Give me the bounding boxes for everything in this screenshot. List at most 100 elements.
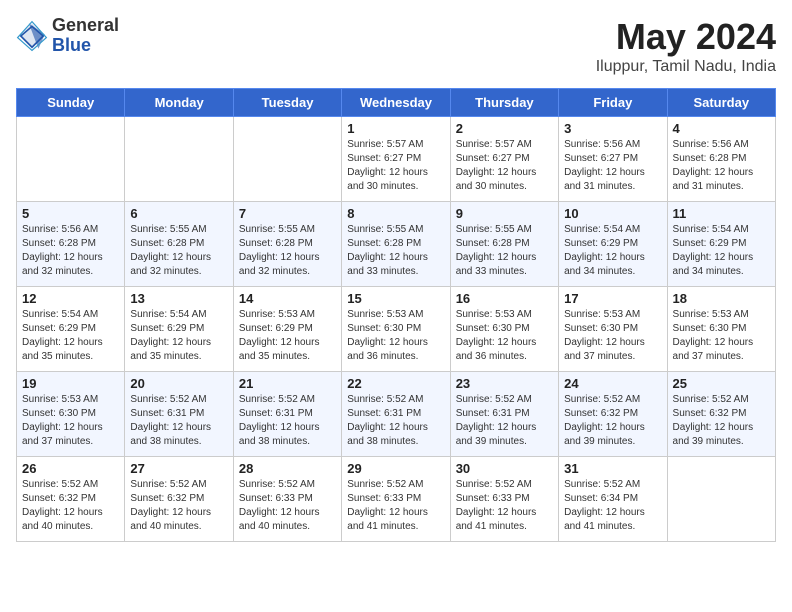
day-info: Sunrise: 5:52 AM Sunset: 6:31 PM Dayligh… bbox=[239, 393, 336, 449]
day-info: Sunrise: 5:52 AM Sunset: 6:33 PM Dayligh… bbox=[456, 478, 553, 534]
calendar-cell bbox=[125, 117, 233, 202]
logo-text: General Blue bbox=[52, 16, 119, 56]
calendar-cell bbox=[667, 457, 775, 542]
day-headers-row: SundayMondayTuesdayWednesdayThursdayFrid… bbox=[17, 89, 776, 117]
day-number: 13 bbox=[130, 291, 227, 306]
calendar-cell: 26 Sunrise: 5:52 AM Sunset: 6:32 PM Dayli… bbox=[17, 457, 125, 542]
day-info: Sunrise: 5:56 AM Sunset: 6:28 PM Dayligh… bbox=[673, 138, 770, 194]
day-info: Sunrise: 5:53 AM Sunset: 6:30 PM Dayligh… bbox=[347, 308, 444, 364]
calendar-cell: 22 Sunrise: 5:52 AM Sunset: 6:31 PM Dayli… bbox=[342, 372, 450, 457]
calendar-cell: 5 Sunrise: 5:56 AM Sunset: 6:28 PM Daylig… bbox=[17, 202, 125, 287]
day-info: Sunrise: 5:57 AM Sunset: 6:27 PM Dayligh… bbox=[347, 138, 444, 194]
calendar-cell: 6 Sunrise: 5:55 AM Sunset: 6:28 PM Daylig… bbox=[125, 202, 233, 287]
day-info: Sunrise: 5:52 AM Sunset: 6:31 PM Dayligh… bbox=[347, 393, 444, 449]
logo: General Blue bbox=[16, 16, 119, 56]
day-info: Sunrise: 5:54 AM Sunset: 6:29 PM Dayligh… bbox=[673, 223, 770, 279]
day-number: 21 bbox=[239, 376, 336, 391]
calendar-cell: 23Sunrise: 5:52 AM Sunset: 6:31 PM Dayli… bbox=[450, 372, 558, 457]
day-number: 25 bbox=[673, 376, 770, 391]
day-number: 28 bbox=[239, 461, 336, 476]
calendar-cell: 3Sunrise: 5:56 AM Sunset: 6:27 PM Daylig… bbox=[559, 117, 667, 202]
calendar-cell bbox=[233, 117, 341, 202]
calendar-cell: 25 Sunrise: 5:52 AM Sunset: 6:32 PM Dayli… bbox=[667, 372, 775, 457]
calendar-cell: 1 Sunrise: 5:57 AM Sunset: 6:27 PM Daylig… bbox=[342, 117, 450, 202]
day-info: Sunrise: 5:52 AM Sunset: 6:34 PM Dayligh… bbox=[564, 478, 661, 534]
day-number: 29 bbox=[347, 461, 444, 476]
day-number: 31 bbox=[564, 461, 661, 476]
calendar-cell: 21 Sunrise: 5:52 AM Sunset: 6:31 PM Dayli… bbox=[233, 372, 341, 457]
calendar-week-3: 12 Sunrise: 5:54 AM Sunset: 6:29 PM Dayli… bbox=[17, 287, 776, 372]
day-number: 7 bbox=[239, 206, 336, 221]
day-number: 12 bbox=[22, 291, 119, 306]
day-info: Sunrise: 5:56 AM Sunset: 6:28 PM Dayligh… bbox=[22, 223, 119, 279]
day-number: 23 bbox=[456, 376, 553, 391]
day-info: Sunrise: 5:55 AM Sunset: 6:28 PM Dayligh… bbox=[130, 223, 227, 279]
day-number: 6 bbox=[130, 206, 227, 221]
calendar-cell: 31 Sunrise: 5:52 AM Sunset: 6:34 PM Dayli… bbox=[559, 457, 667, 542]
day-info: Sunrise: 5:54 AM Sunset: 6:29 PM Dayligh… bbox=[564, 223, 661, 279]
calendar-cell: 13Sunrise: 5:54 AM Sunset: 6:29 PM Dayli… bbox=[125, 287, 233, 372]
calendar-cell: 9 Sunrise: 5:55 AM Sunset: 6:28 PM Daylig… bbox=[450, 202, 558, 287]
day-header-saturday: Saturday bbox=[667, 89, 775, 117]
calendar-cell: 19 Sunrise: 5:53 AM Sunset: 6:30 PM Dayli… bbox=[17, 372, 125, 457]
day-info: Sunrise: 5:53 AM Sunset: 6:29 PM Dayligh… bbox=[239, 308, 336, 364]
calendar-cell: 11 Sunrise: 5:54 AM Sunset: 6:29 PM Dayli… bbox=[667, 202, 775, 287]
day-number: 15 bbox=[347, 291, 444, 306]
calendar-cell: 10 Sunrise: 5:54 AM Sunset: 6:29 PM Dayli… bbox=[559, 202, 667, 287]
location: Iluppur, Tamil Nadu, India bbox=[596, 58, 776, 76]
day-info: Sunrise: 5:56 AM Sunset: 6:27 PM Dayligh… bbox=[564, 138, 661, 194]
calendar-cell: 14Sunrise: 5:53 AM Sunset: 6:29 PM Dayli… bbox=[233, 287, 341, 372]
day-number: 26 bbox=[22, 461, 119, 476]
day-header-tuesday: Tuesday bbox=[233, 89, 341, 117]
day-number: 20 bbox=[130, 376, 227, 391]
calendar-cell: 8Sunrise: 5:55 AM Sunset: 6:28 PM Daylig… bbox=[342, 202, 450, 287]
day-number: 10 bbox=[564, 206, 661, 221]
calendar-cell: 15 Sunrise: 5:53 AM Sunset: 6:30 PM Dayli… bbox=[342, 287, 450, 372]
day-number: 16 bbox=[456, 291, 553, 306]
calendar-cell: 28Sunrise: 5:52 AM Sunset: 6:33 PM Dayli… bbox=[233, 457, 341, 542]
day-info: Sunrise: 5:52 AM Sunset: 6:32 PM Dayligh… bbox=[673, 393, 770, 449]
day-number: 1 bbox=[347, 121, 444, 136]
calendar-cell: 24 Sunrise: 5:52 AM Sunset: 6:32 PM Dayli… bbox=[559, 372, 667, 457]
day-info: Sunrise: 5:55 AM Sunset: 6:28 PM Dayligh… bbox=[456, 223, 553, 279]
day-number: 30 bbox=[456, 461, 553, 476]
day-info: Sunrise: 5:52 AM Sunset: 6:32 PM Dayligh… bbox=[564, 393, 661, 449]
day-info: Sunrise: 5:55 AM Sunset: 6:28 PM Dayligh… bbox=[347, 223, 444, 279]
day-number: 5 bbox=[22, 206, 119, 221]
calendar-cell: 27Sunrise: 5:52 AM Sunset: 6:32 PM Dayli… bbox=[125, 457, 233, 542]
calendar-cell: 12 Sunrise: 5:54 AM Sunset: 6:29 PM Dayli… bbox=[17, 287, 125, 372]
day-number: 24 bbox=[564, 376, 661, 391]
day-header-thursday: Thursday bbox=[450, 89, 558, 117]
calendar-week-2: 5 Sunrise: 5:56 AM Sunset: 6:28 PM Daylig… bbox=[17, 202, 776, 287]
day-info: Sunrise: 5:53 AM Sunset: 6:30 PM Dayligh… bbox=[22, 393, 119, 449]
calendar-cell bbox=[17, 117, 125, 202]
day-info: Sunrise: 5:54 AM Sunset: 6:29 PM Dayligh… bbox=[22, 308, 119, 364]
day-info: Sunrise: 5:53 AM Sunset: 6:30 PM Dayligh… bbox=[564, 308, 661, 364]
page-header: General Blue May 2024 Iluppur, Tamil Nad… bbox=[16, 16, 776, 76]
month-title: May 2024 bbox=[596, 16, 776, 58]
calendar-cell: 18 Sunrise: 5:53 AM Sunset: 6:30 PM Dayli… bbox=[667, 287, 775, 372]
day-number: 17 bbox=[564, 291, 661, 306]
logo-blue-text: Blue bbox=[52, 36, 119, 56]
calendar-cell: 17 Sunrise: 5:53 AM Sunset: 6:30 PM Dayli… bbox=[559, 287, 667, 372]
calendar-cell: 4Sunrise: 5:56 AM Sunset: 6:28 PM Daylig… bbox=[667, 117, 775, 202]
day-number: 22 bbox=[347, 376, 444, 391]
calendar-cell: 30 Sunrise: 5:52 AM Sunset: 6:33 PM Dayli… bbox=[450, 457, 558, 542]
calendar-body: 1 Sunrise: 5:57 AM Sunset: 6:27 PM Daylig… bbox=[17, 117, 776, 542]
day-info: Sunrise: 5:53 AM Sunset: 6:30 PM Dayligh… bbox=[673, 308, 770, 364]
day-header-friday: Friday bbox=[559, 89, 667, 117]
calendar-header: SundayMondayTuesdayWednesdayThursdayFrid… bbox=[17, 89, 776, 117]
day-info: Sunrise: 5:52 AM Sunset: 6:31 PM Dayligh… bbox=[130, 393, 227, 449]
calendar-cell: 16Sunrise: 5:53 AM Sunset: 6:30 PM Dayli… bbox=[450, 287, 558, 372]
day-info: Sunrise: 5:52 AM Sunset: 6:33 PM Dayligh… bbox=[347, 478, 444, 534]
day-number: 9 bbox=[456, 206, 553, 221]
calendar-cell: 2Sunrise: 5:57 AM Sunset: 6:27 PM Daylig… bbox=[450, 117, 558, 202]
day-number: 19 bbox=[22, 376, 119, 391]
day-number: 11 bbox=[673, 206, 770, 221]
title-block: May 2024 Iluppur, Tamil Nadu, India bbox=[596, 16, 776, 76]
day-info: Sunrise: 5:52 AM Sunset: 6:32 PM Dayligh… bbox=[22, 478, 119, 534]
day-header-sunday: Sunday bbox=[17, 89, 125, 117]
day-number: 18 bbox=[673, 291, 770, 306]
day-header-wednesday: Wednesday bbox=[342, 89, 450, 117]
day-info: Sunrise: 5:57 AM Sunset: 6:27 PM Dayligh… bbox=[456, 138, 553, 194]
